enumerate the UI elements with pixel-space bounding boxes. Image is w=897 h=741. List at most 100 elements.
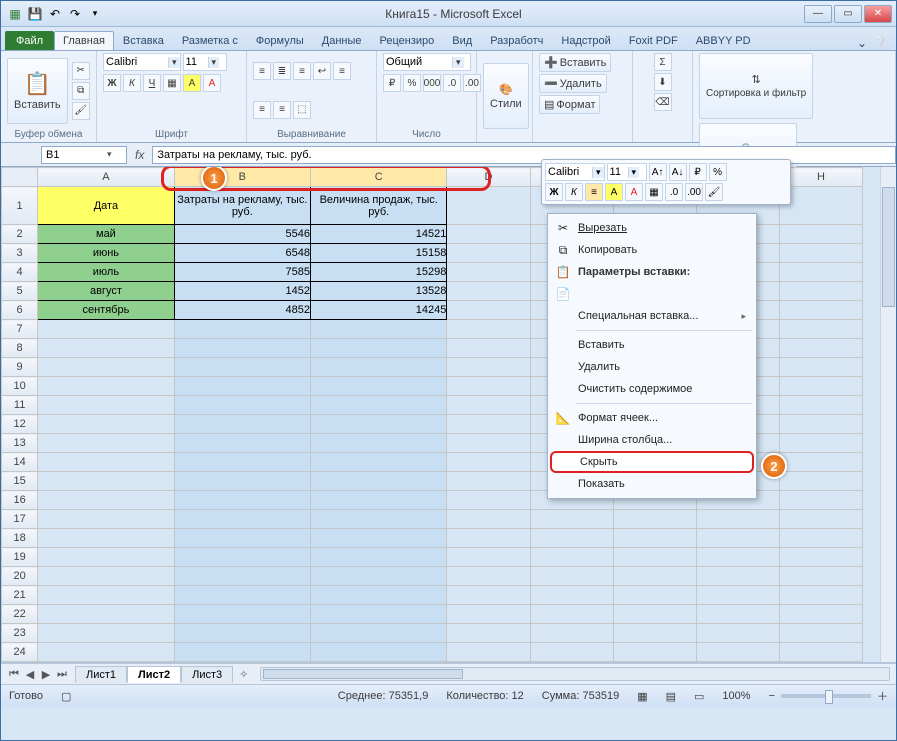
- cell-D18[interactable]: [447, 529, 530, 548]
- cell-B24[interactable]: [174, 643, 310, 662]
- col-header-B[interactable]: B: [174, 168, 310, 187]
- row-header-11[interactable]: 11: [2, 396, 38, 415]
- ribbon-minimize-icon[interactable]: ⌄: [857, 36, 867, 50]
- cell-B6[interactable]: 4852: [174, 301, 310, 320]
- cell-H17[interactable]: [779, 510, 862, 529]
- row-header-20[interactable]: 20: [2, 567, 38, 586]
- font-color-button[interactable]: A: [203, 74, 221, 92]
- cell-D25[interactable]: [447, 662, 530, 664]
- copy-icon[interactable]: ⧉: [72, 82, 90, 100]
- view-pagebreak-icon[interactable]: ▭: [694, 690, 704, 703]
- cell-H11[interactable]: [779, 396, 862, 415]
- save-icon[interactable]: 💾: [27, 6, 43, 22]
- cell-H1[interactable]: [779, 187, 862, 225]
- mini-italic-button[interactable]: К: [565, 183, 583, 201]
- sheet-tab-1[interactable]: Лист1: [75, 666, 127, 683]
- new-sheet-icon[interactable]: ✧: [233, 668, 254, 681]
- cell-D9[interactable]: [447, 358, 530, 377]
- zoom-slider[interactable]: − ＋: [769, 688, 888, 704]
- cell-D4[interactable]: [447, 263, 530, 282]
- autosum-icon[interactable]: Σ: [654, 53, 672, 71]
- ctx-cut[interactable]: ✂Вырезать: [550, 217, 754, 239]
- ctx-delete[interactable]: Удалить: [550, 356, 754, 378]
- row-header-5[interactable]: 5: [2, 282, 38, 301]
- align-center-icon[interactable]: ≡: [253, 101, 271, 119]
- redo-icon[interactable]: ↷: [67, 6, 83, 22]
- cell-A2[interactable]: май: [38, 225, 174, 244]
- cell-E25[interactable]: [530, 662, 613, 664]
- cell-B23[interactable]: [174, 624, 310, 643]
- cell-A14[interactable]: [38, 453, 174, 472]
- cell-D23[interactable]: [447, 624, 530, 643]
- ctx-hide[interactable]: Скрыть: [550, 451, 754, 473]
- tab-home[interactable]: Главная: [54, 31, 114, 50]
- row-header-17[interactable]: 17: [2, 510, 38, 529]
- cells-delete-button[interactable]: ➖Удалить: [539, 74, 607, 93]
- row-header-7[interactable]: 7: [2, 320, 38, 339]
- cell-H24[interactable]: [779, 643, 862, 662]
- cell-D15[interactable]: [447, 472, 530, 491]
- row-header-18[interactable]: 18: [2, 529, 38, 548]
- paste-button[interactable]: 📋 Вставить: [7, 58, 68, 124]
- cell-H22[interactable]: [779, 605, 862, 624]
- ctx-format-cells[interactable]: 📐Формат ячеек...: [550, 407, 754, 429]
- cell-B10[interactable]: [174, 377, 310, 396]
- cell-C17[interactable]: [311, 510, 447, 529]
- cell-E19[interactable]: [530, 548, 613, 567]
- cell-B25[interactable]: [174, 662, 310, 664]
- cell-B2[interactable]: 5546: [174, 225, 310, 244]
- cell-C4[interactable]: 15298: [311, 263, 447, 282]
- sheet-nav-last-icon[interactable]: ⏭: [55, 668, 69, 681]
- cell-E21[interactable]: [530, 586, 613, 605]
- mini-percent-icon[interactable]: %: [709, 163, 727, 181]
- col-header-D[interactable]: D: [447, 168, 530, 187]
- zoom-in-icon[interactable]: ＋: [877, 688, 888, 704]
- cell-F22[interactable]: [613, 605, 696, 624]
- cell-G22[interactable]: [696, 605, 779, 624]
- mini-shrink-font-icon[interactable]: A↓: [669, 163, 687, 181]
- cell-D22[interactable]: [447, 605, 530, 624]
- mini-fill-icon[interactable]: A: [605, 183, 623, 201]
- cell-B5[interactable]: 1452: [174, 282, 310, 301]
- cell-C19[interactable]: [311, 548, 447, 567]
- comma-icon[interactable]: 000: [423, 74, 441, 92]
- cell-D8[interactable]: [447, 339, 530, 358]
- cell-C23[interactable]: [311, 624, 447, 643]
- help-icon[interactable]: ❔: [873, 36, 888, 50]
- cell-D1[interactable]: [447, 187, 530, 225]
- cut-icon[interactable]: ✂: [72, 62, 90, 80]
- cell-F21[interactable]: [613, 586, 696, 605]
- tab-foxit[interactable]: Foxit PDF: [620, 31, 687, 50]
- row-header-1[interactable]: 1: [2, 187, 38, 225]
- ctx-copy[interactable]: ⧉Копировать: [550, 239, 754, 261]
- cell-G18[interactable]: [696, 529, 779, 548]
- percent-icon[interactable]: %: [403, 74, 421, 92]
- tab-insert[interactable]: Вставка: [114, 31, 173, 50]
- bold-button[interactable]: Ж: [103, 74, 121, 92]
- cell-D11[interactable]: [447, 396, 530, 415]
- cell-A25[interactable]: [38, 662, 174, 664]
- cell-F24[interactable]: [613, 643, 696, 662]
- cell-C16[interactable]: [311, 491, 447, 510]
- cell-D2[interactable]: [447, 225, 530, 244]
- cell-E20[interactable]: [530, 567, 613, 586]
- cell-H4[interactable]: [779, 263, 862, 282]
- cell-H6[interactable]: [779, 301, 862, 320]
- cell-C10[interactable]: [311, 377, 447, 396]
- col-header-H[interactable]: H: [779, 168, 862, 187]
- align-right-icon[interactable]: ≡: [273, 101, 291, 119]
- mini-bold-button[interactable]: Ж: [545, 183, 563, 201]
- cell-E24[interactable]: [530, 643, 613, 662]
- sheet-tab-2[interactable]: Лист2: [127, 666, 181, 683]
- cell-H23[interactable]: [779, 624, 862, 643]
- cell-D10[interactable]: [447, 377, 530, 396]
- cell-E23[interactable]: [530, 624, 613, 643]
- cell-D21[interactable]: [447, 586, 530, 605]
- cell-A3[interactable]: июнь: [38, 244, 174, 263]
- cell-H2[interactable]: [779, 225, 862, 244]
- cell-A17[interactable]: [38, 510, 174, 529]
- cell-F20[interactable]: [613, 567, 696, 586]
- cell-A7[interactable]: [38, 320, 174, 339]
- underline-button[interactable]: Ч: [143, 74, 161, 92]
- cell-H10[interactable]: [779, 377, 862, 396]
